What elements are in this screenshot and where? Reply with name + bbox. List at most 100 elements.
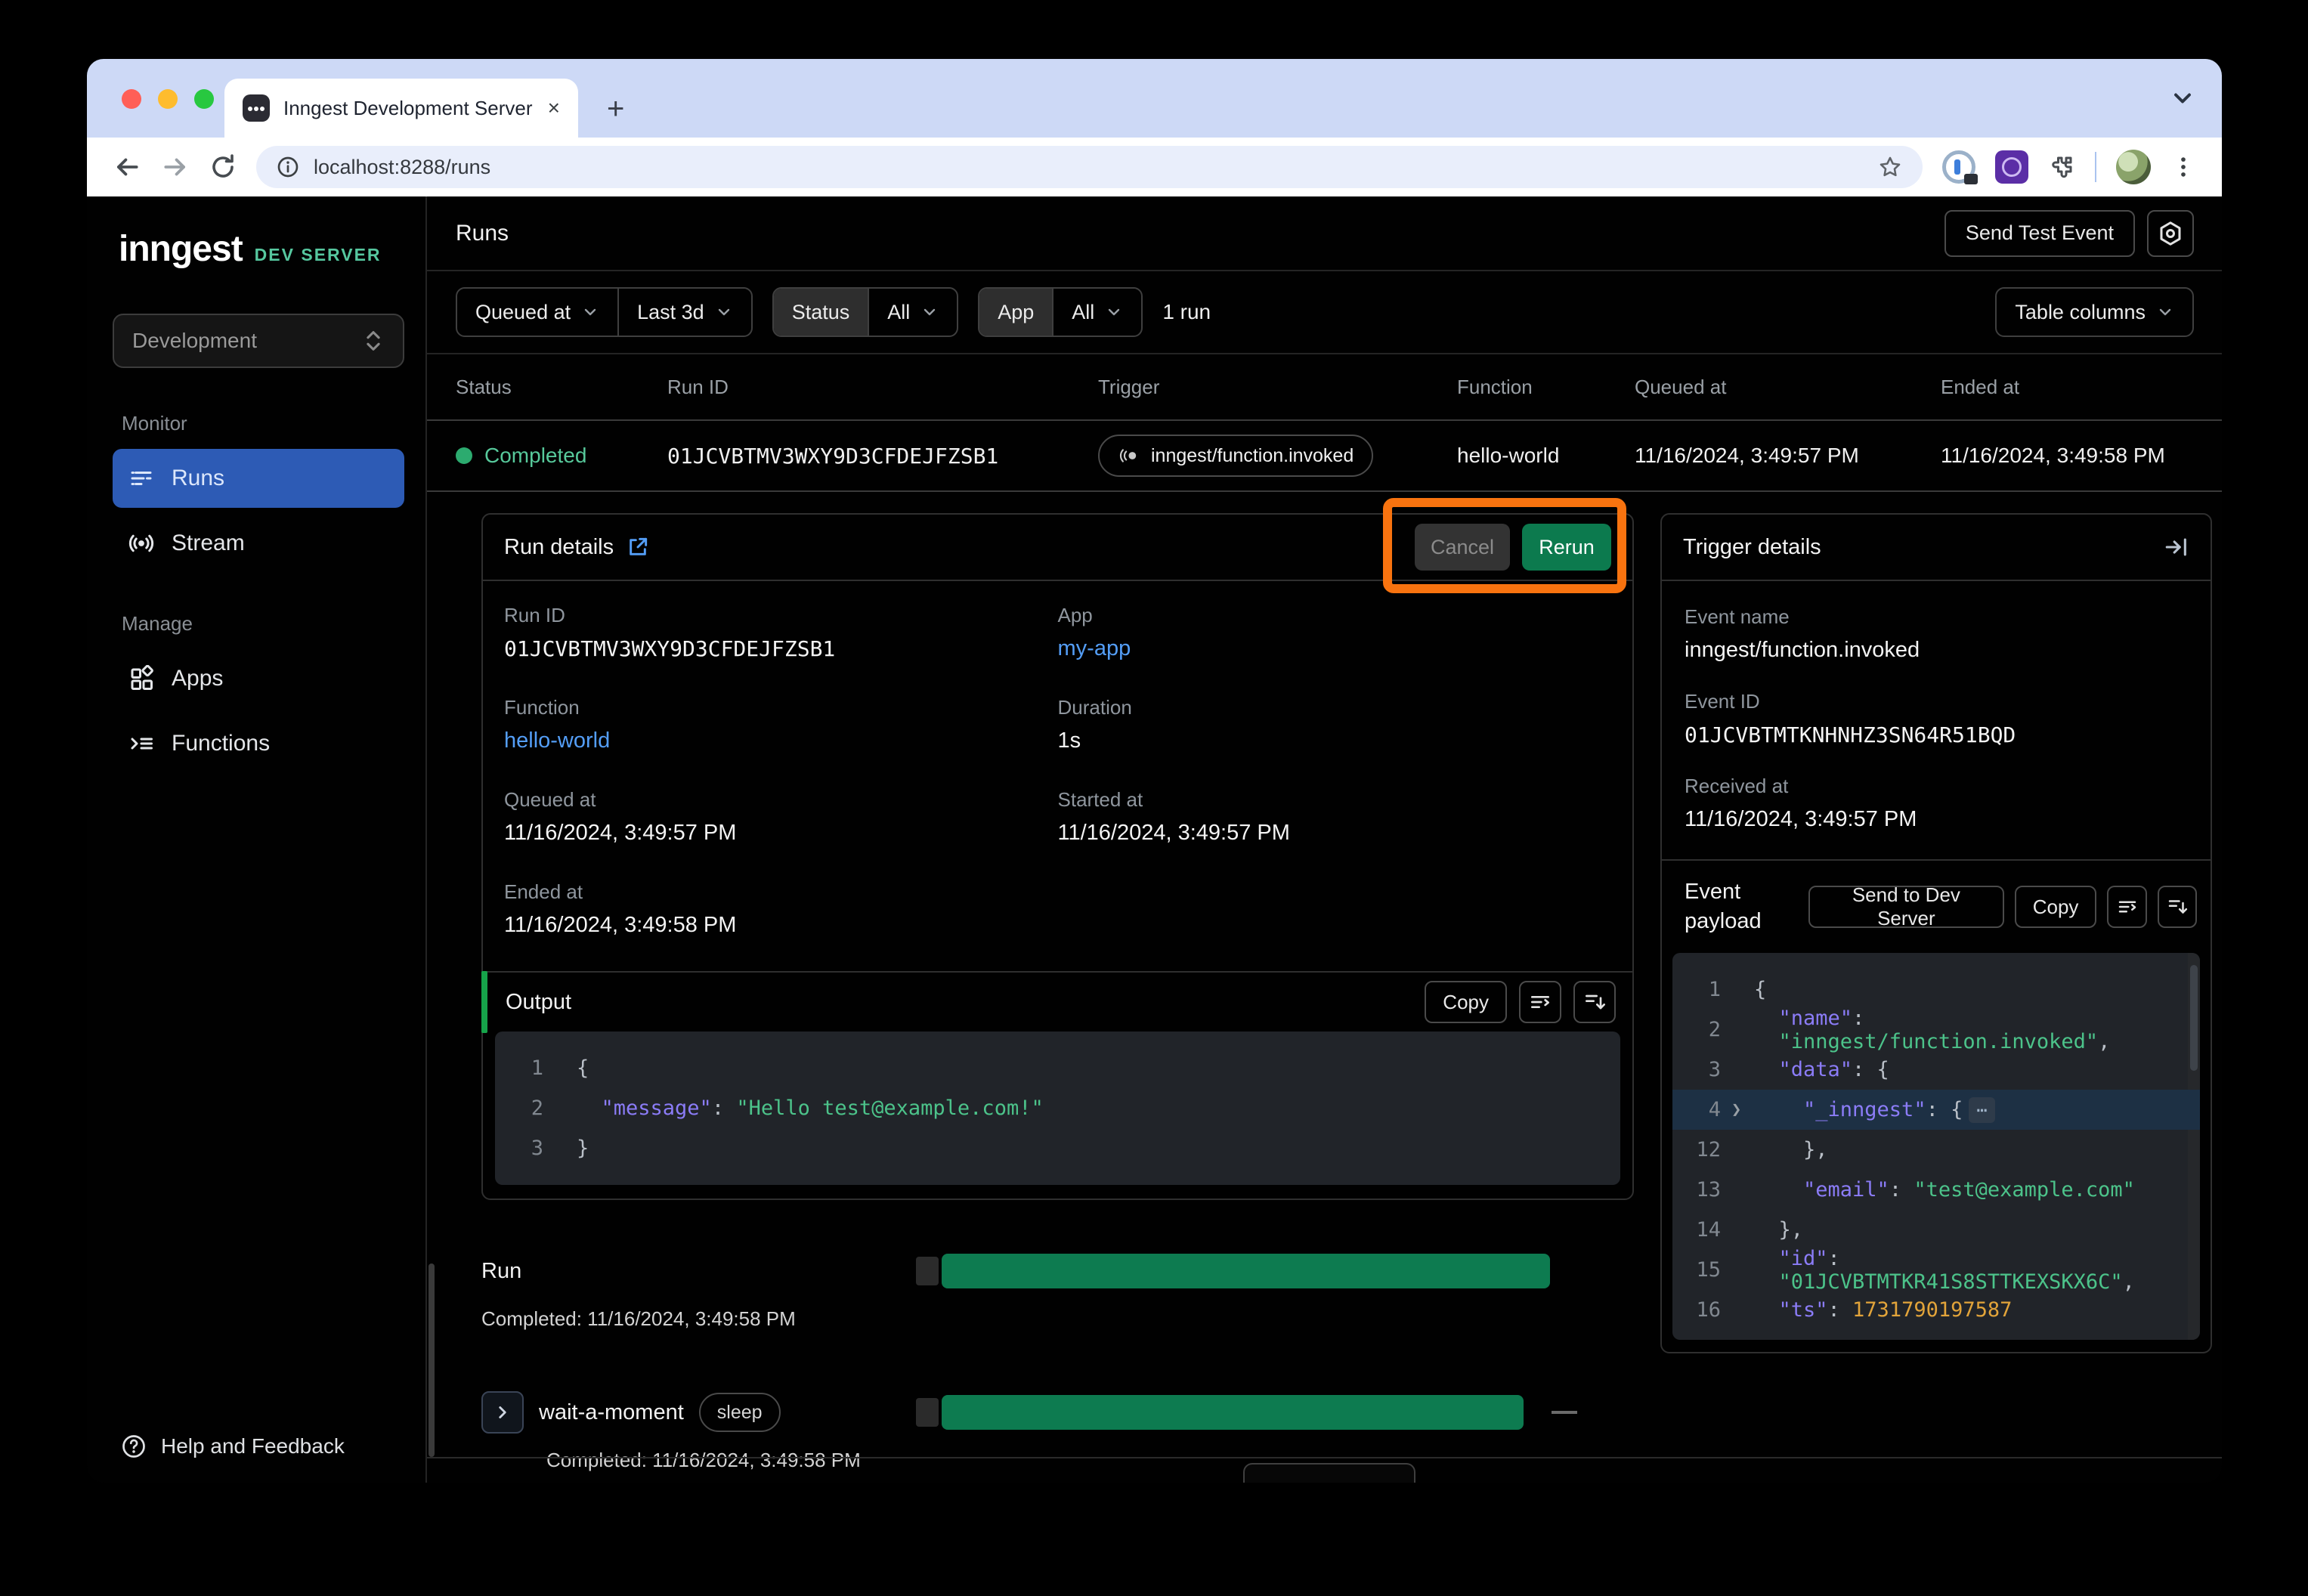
time-field-value: Queued at (475, 301, 571, 324)
status-filter[interactable]: Status All (772, 287, 959, 337)
code-line: 1{ (495, 1048, 1620, 1088)
time-filter[interactable]: Queued at Last 3d (456, 287, 753, 337)
chevron-down-icon (1105, 303, 1123, 321)
scroll-to-bottom-icon (1582, 990, 1607, 1014)
code-text: { (577, 1056, 589, 1080)
rerun-button[interactable]: Rerun (1522, 524, 1611, 571)
status-text: Completed (484, 444, 586, 468)
detail-field: Duration1s (1058, 696, 1612, 753)
close-window-button[interactable] (122, 89, 141, 109)
code-text: }, (1754, 1218, 1803, 1242)
cut-off-button[interactable] (1243, 1463, 1415, 1483)
maximize-window-button[interactable] (194, 89, 214, 109)
payload-scroll-to-bottom-button[interactable] (2158, 886, 2197, 928)
line-number: 1 (1672, 978, 1731, 1001)
select-chevrons-icon (362, 328, 385, 354)
browser-tab[interactable]: Inngest Development Server × (224, 79, 578, 138)
event-payload-header: Event payload Send to Dev Server Copy (1662, 859, 2211, 953)
collapse-panel-icon[interactable] (2164, 534, 2189, 560)
browser-extension-icon[interactable] (1995, 150, 2028, 184)
table-row[interactable]: Completed 01JCVBTMV3WXY9D3CFDEJFZSB1 inn… (427, 419, 2222, 492)
sidebar-item-stream[interactable]: Stream (113, 514, 404, 573)
output-copy-button[interactable]: Copy (1425, 981, 1507, 1023)
trigger-details-title: Trigger details (1683, 535, 1821, 560)
url-text: localhost:8288/runs (314, 156, 1864, 179)
field-value[interactable]: hello-world (504, 728, 1058, 753)
sidebar-item-apps[interactable]: Apps (113, 649, 404, 708)
site-info-icon[interactable] (276, 155, 300, 179)
field-value: 01JCVBTMTKNHNHZ3SN64R51BQD (1685, 722, 2188, 747)
profile-avatar[interactable] (2116, 150, 2151, 184)
field-label: Run ID (504, 604, 1058, 627)
field-value[interactable]: my-app (1058, 636, 1612, 661)
detail-field: Event ID01JCVBTMTKNHNHZ3SN64R51BQD (1685, 690, 2188, 747)
send-test-event-button[interactable]: Send Test Event (1944, 210, 2135, 257)
timeline-run-label: Run (481, 1259, 521, 1284)
run-details-section: Run details Cancel Rerun Run ID01JCVBTMV… (427, 492, 2222, 1483)
time-range-value: Last 3d (637, 301, 704, 324)
field-label: Queued at (504, 788, 1058, 812)
field-value: 11/16/2024, 3:49:57 PM (1058, 821, 1612, 846)
run-timeline-bar[interactable] (916, 1254, 1577, 1288)
new-tab-button[interactable]: + (607, 94, 624, 124)
expand-step-button[interactable] (481, 1391, 524, 1434)
help-question-icon (120, 1433, 147, 1460)
minimize-window-button[interactable] (158, 89, 178, 109)
trigger-details-fields: Event nameinngest/function.invoked Event … (1662, 580, 2211, 859)
send-to-dev-server-button[interactable]: Send to Dev Server (1808, 886, 2004, 928)
extensions-puzzle-icon[interactable] (2048, 153, 2075, 181)
code-line[interactable]: 4❯"_inngest": {⋯ (1672, 1090, 2200, 1130)
app-filter[interactable]: App All (978, 287, 1143, 337)
payload-copy-button[interactable]: Copy (2015, 886, 2097, 928)
page-header: Runs Send Test Event (427, 196, 2222, 270)
forward-button[interactable] (161, 153, 190, 181)
detail-field: Event nameinngest/function.invoked (1685, 605, 2188, 663)
table-columns-dropdown[interactable]: Table columns (1995, 287, 2194, 337)
run-status-cell: Completed (456, 444, 667, 468)
sidebar-item-functions[interactable]: Functions (113, 714, 404, 773)
environment-select[interactable]: Development (113, 314, 404, 368)
time-field-dropdown[interactable]: Queued at (457, 289, 617, 336)
payload-wrap-text-button[interactable] (2107, 886, 2146, 928)
code-text: "data": { (1754, 1058, 1889, 1081)
open-in-new-window-icon[interactable] (626, 535, 650, 559)
cancel-button[interactable]: Cancel (1415, 524, 1510, 571)
fold-chevron-icon[interactable]: ❯ (1731, 1100, 1754, 1119)
settings-gear-button[interactable] (2147, 210, 2194, 257)
runs-list-icon (128, 465, 155, 492)
stream-broadcast-icon (128, 530, 155, 557)
time-range-dropdown[interactable]: Last 3d (617, 289, 751, 336)
code-line: 12}, (1672, 1130, 2200, 1170)
url-bar[interactable]: localhost:8288/runs (256, 146, 1923, 188)
wrap-text-button[interactable] (1519, 981, 1561, 1023)
line-number: 3 (1672, 1058, 1731, 1081)
reload-button[interactable] (209, 153, 237, 181)
bookmark-star-icon[interactable] (1877, 154, 1903, 180)
password-manager-extension-icon[interactable] (1942, 150, 1975, 184)
event-payload-title: Event payload (1685, 877, 1798, 936)
main-scrollbar-thumb[interactable] (428, 1264, 435, 1457)
window-controls[interactable] (122, 89, 214, 109)
help-and-feedback[interactable]: Help and Feedback (113, 1433, 404, 1460)
field-label: Function (504, 696, 1058, 719)
tab-close-icon[interactable]: × (548, 97, 560, 119)
browser-menu-kebab-icon[interactable] (2170, 154, 2196, 180)
field-value: 11/16/2024, 3:49:58 PM (504, 913, 1058, 938)
back-button[interactable] (113, 153, 141, 181)
step-completed-timestamp: Completed: 11/16/2024, 3:49:58 PM (546, 1449, 1577, 1472)
trigger-event-pill[interactable]: inngest/function.invoked (1098, 435, 1373, 477)
code-text: "name": "inngest/function.invoked", (1754, 1007, 2200, 1053)
status-filter-dropdown[interactable]: All (868, 289, 957, 336)
scroll-to-bottom-button[interactable] (1573, 981, 1616, 1023)
chevron-down-icon (2156, 303, 2174, 321)
runs-table-header: Status Run ID Trigger Function Queued at… (427, 354, 2222, 419)
app-filter-dropdown[interactable]: All (1052, 289, 1141, 336)
output-header: Output Copy (483, 971, 1632, 1032)
sidebar-item-runs[interactable]: Runs (113, 449, 404, 508)
column-header-function: Function (1457, 376, 1635, 399)
run-details-panel: Run details Cancel Rerun Run ID01JCVBTMV… (481, 513, 1634, 1200)
manage-section-label: Manage (122, 612, 404, 636)
tab-search-chevron-icon[interactable] (2169, 85, 2196, 112)
step-timeline-bar[interactable] (916, 1395, 1577, 1430)
column-header-ended-at: Ended at (1941, 376, 2194, 399)
